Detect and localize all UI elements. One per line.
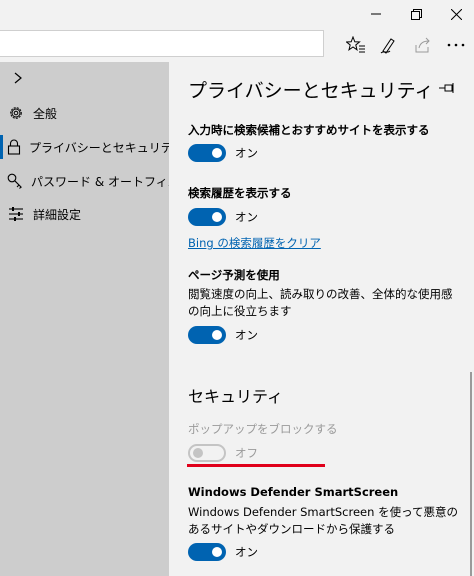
search-suggestions-toggle[interactable] (188, 144, 226, 162)
more-dots-icon (447, 43, 465, 47)
nav-item-label: パスワード & オートフィル (31, 174, 180, 189)
lock-icon (7, 138, 21, 156)
notes-button[interactable] (374, 31, 404, 59)
toggle-knob (212, 148, 222, 158)
chevron-right-icon[interactable] (8, 68, 28, 88)
toggle-state-text: オン (235, 146, 258, 160)
smartscreen-description: Windows Defender SmartScreen を使って悪意のあるサイ… (188, 505, 458, 536)
page-prediction-label: ページ予測を使用 (188, 268, 280, 282)
search-history-toggle-row: オン (188, 207, 258, 227)
nav-item-label: 全般 (33, 106, 58, 121)
search-history-toggle[interactable] (188, 208, 226, 226)
toggle-state-text: オン (235, 210, 258, 224)
toggle-knob (193, 448, 203, 458)
favorites-button[interactable] (341, 31, 371, 59)
minimize-icon (371, 13, 381, 15)
favorites-star-icon (346, 36, 365, 53)
close-icon (450, 8, 462, 20)
restore-button[interactable] (396, 0, 436, 28)
share-icon (415, 37, 430, 53)
page-prediction-toggle-row: オン (188, 325, 258, 345)
settings-panel: プライバシーとセキュリティ 入力時に検索候補とおすすめサイトを表示する オン 検… (169, 62, 474, 576)
toggle-knob (212, 330, 222, 340)
toolbar (0, 28, 474, 62)
title-bar (0, 0, 474, 28)
page-prediction-toggle[interactable] (188, 326, 226, 344)
red-annotation-underline (187, 464, 325, 467)
page-title: プライバシーとセキュリティ (188, 80, 434, 102)
pen-icon (380, 38, 395, 54)
pin-icon[interactable] (437, 80, 457, 96)
smartscreen-label: Windows Defender SmartScreen (188, 485, 399, 499)
security-section-title: セキュリティ (188, 387, 284, 406)
search-history-label: 検索履歴を表示する (188, 186, 292, 200)
nav-item-privacy-security[interactable]: プライバシーとセキュリティ (0, 132, 184, 162)
nav-item-label: プライバシーとセキュリティ (29, 140, 185, 155)
key-icon (7, 172, 23, 190)
gear-icon (7, 104, 25, 122)
more-button[interactable] (441, 31, 471, 59)
nav-item-advanced[interactable]: 詳細設定 (0, 199, 169, 229)
close-button[interactable] (436, 0, 474, 28)
toggle-knob (212, 547, 222, 557)
toggle-state-text: オフ (235, 446, 258, 460)
toggle-state-text: オン (235, 328, 258, 342)
clear-bing-history-link[interactable]: Bing の検索履歴をクリア (188, 235, 321, 251)
scrollbar[interactable] (470, 372, 472, 576)
smartscreen-toggle[interactable] (188, 543, 226, 561)
nav-item-label: 詳細設定 (33, 207, 82, 222)
nav-item-passwords-autofill[interactable]: パスワード & オートフィル (0, 166, 180, 196)
popup-block-toggle-row: オフ (188, 443, 258, 463)
sliders-icon (7, 205, 25, 223)
page-prediction-description: 閲覧速度の向上、読み取りの改善、全体的な使用感の向上に役立ちます (188, 287, 453, 318)
restore-icon (410, 8, 422, 20)
nav-item-general[interactable]: 全般 (0, 98, 169, 128)
toggle-state-text: オン (235, 545, 258, 559)
search-suggestions-label: 入力時に検索候補とおすすめサイトを表示する (188, 123, 430, 137)
address-bar[interactable] (0, 30, 324, 57)
settings-nav: 全般 プライバシーとセキュリティ パスワード & オートフィル 詳細設定 (0, 62, 184, 576)
share-button[interactable] (408, 31, 438, 59)
toggle-knob (212, 212, 222, 222)
popup-block-toggle[interactable] (188, 444, 226, 462)
search-suggestions-toggle-row: オン (188, 143, 258, 163)
minimize-button[interactable] (356, 0, 396, 28)
popup-block-label: ポップアップをブロックする (188, 422, 338, 436)
smartscreen-toggle-row: オン (188, 542, 258, 562)
